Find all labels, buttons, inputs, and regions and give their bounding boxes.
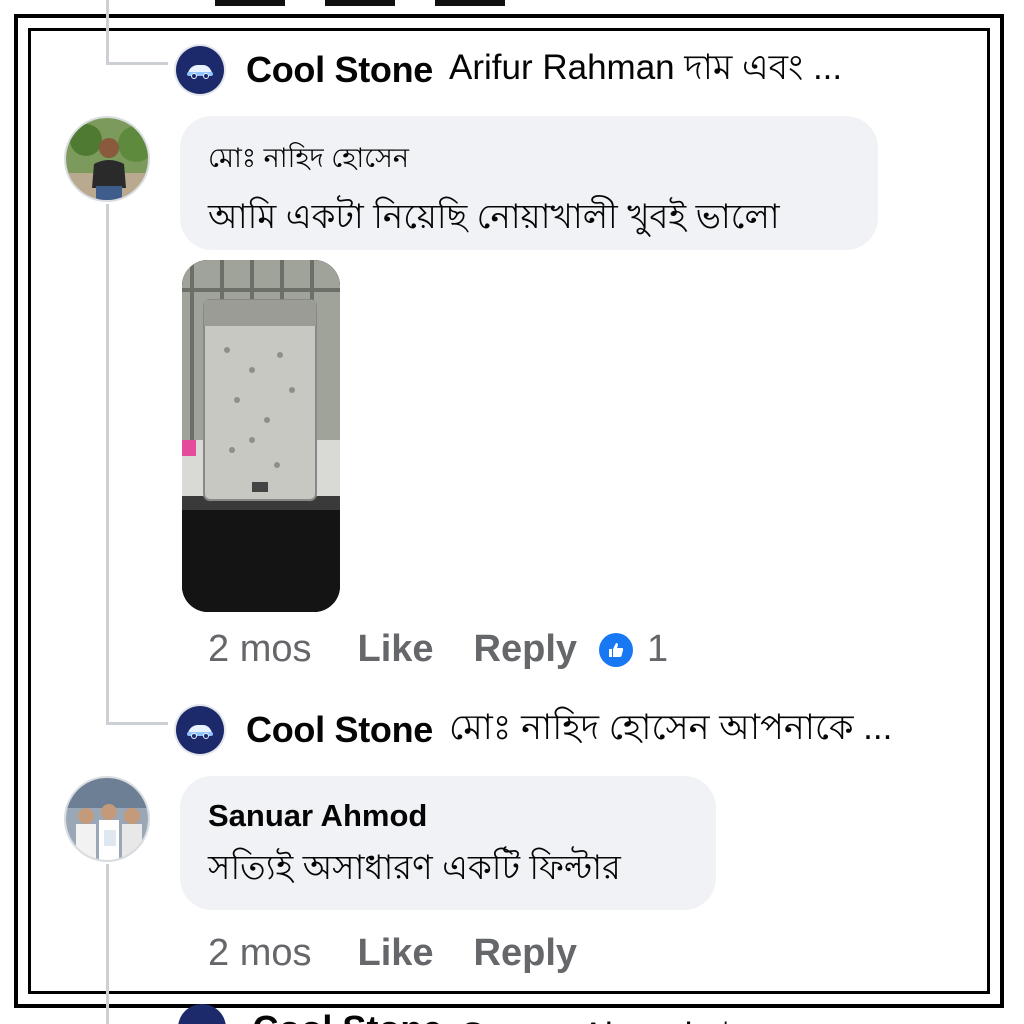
water-filter-photo xyxy=(182,260,340,612)
thread-connector xyxy=(106,204,109,724)
next-reply-glimpse: Cool Stone Sanuar Ahmod দাম এবং xyxy=(178,1004,938,1024)
comment-author[interactable]: Sanuar Ahmod xyxy=(208,798,688,834)
thread-connector xyxy=(106,722,168,725)
profile-photo xyxy=(66,778,148,860)
car-logo-icon xyxy=(187,64,213,79)
comment-text: আমি একটা নিয়েছি নোয়াখালী খুবই ভালো xyxy=(208,198,780,236)
reply-preview[interactable]: Cool Stone Arifur Rahman দাম এবং ... xyxy=(176,40,842,99)
like-button[interactable]: Like xyxy=(357,932,433,975)
cool-stone-avatar[interactable] xyxy=(176,45,224,94)
thread-connector xyxy=(106,0,109,64)
comment-text: সত্যিই অসাধারণ একটি ফিল্টার xyxy=(208,849,621,887)
commenter-avatar[interactable] xyxy=(64,116,150,202)
reply-snippet[interactable]: মোঃ নাহিদ হোসেন আপনাকে ... xyxy=(449,700,892,759)
comment-actions: 2 mos Like Reply xyxy=(208,932,577,975)
comment-bubble: Sanuar Ahmod সত্যিই অসাধারণ একটি ফিল্টার xyxy=(180,776,716,910)
thread-connector xyxy=(106,864,109,1024)
profile-photo xyxy=(66,118,148,200)
commenter-avatar[interactable] xyxy=(64,776,150,862)
reply-button[interactable]: Reply xyxy=(474,932,577,975)
reply-snippet[interactable]: Arifur Rahman দাম এবং ... xyxy=(449,40,842,99)
comment-actions: 2 mos Like Reply 1 xyxy=(208,628,668,671)
comment-timestamp[interactable]: 2 mos xyxy=(208,932,311,975)
thread-connector xyxy=(106,62,168,65)
reaction-count[interactable]: 1 xyxy=(647,628,668,671)
previous-content-glimpse xyxy=(215,0,595,6)
comment-author[interactable]: মোঃ নাহিদ হোসেন xyxy=(208,138,850,183)
reply-author-name[interactable]: Cool Stone xyxy=(252,1008,442,1024)
reply-preview[interactable]: Cool Stone মোঃ নাহিদ হোসেন আপনাকে ... xyxy=(176,700,892,759)
cool-stone-avatar[interactable] xyxy=(178,1004,226,1024)
like-button[interactable]: Like xyxy=(357,628,433,671)
reply-snippet[interactable]: Sanuar Ahmod দাম এবং xyxy=(461,1008,821,1024)
reply-button[interactable]: Reply xyxy=(474,628,577,671)
comment-bubble: মোঃ নাহিদ হোসেন আমি একটা নিয়েছি নোয়াখা… xyxy=(180,116,878,250)
comment-timestamp[interactable]: 2 mos xyxy=(208,628,311,671)
thumbs-up-icon[interactable] xyxy=(599,632,634,667)
comment-photo-attachment[interactable] xyxy=(182,260,340,612)
car-logo-icon xyxy=(187,724,213,739)
reply-author-name[interactable]: Cool Stone xyxy=(246,49,433,91)
cool-stone-avatar[interactable] xyxy=(176,705,224,754)
reply-author-name[interactable]: Cool Stone xyxy=(246,709,433,751)
